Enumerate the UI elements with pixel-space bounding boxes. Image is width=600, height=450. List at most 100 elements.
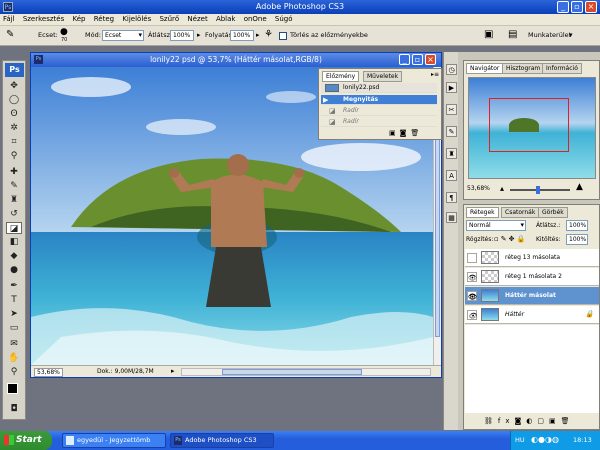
dodge-tool-icon[interactable]: ●	[6, 264, 22, 276]
maximize-button[interactable]: ▫	[571, 1, 583, 13]
opacity-slider-arrow-icon[interactable]: ▸	[197, 31, 201, 39]
eyedropper-tool-icon[interactable]: ⚲	[6, 150, 22, 162]
crop-tool-icon[interactable]: ⌗	[6, 136, 22, 148]
blend-mode-select[interactable]: Normál	[466, 220, 526, 231]
workspace-dropdown-icon[interactable]: ▾	[569, 31, 573, 39]
visibility-toggle[interactable]	[467, 253, 477, 263]
history-item-eraser-1[interactable]: ◪ Radír	[321, 106, 437, 116]
eye-icon[interactable]: 👁	[467, 291, 477, 301]
layer-row[interactable]: réteg 13 másolata	[465, 249, 599, 267]
mode-select[interactable]: Ecset	[102, 30, 144, 41]
gradient-tool-icon[interactable]: ◧	[6, 236, 22, 248]
menu-layer[interactable]: Réteg	[91, 14, 117, 24]
taskbar-item-notepad[interactable]: egyedül - Jegyzettömb	[62, 433, 166, 448]
pen-tool-icon[interactable]: ✒	[6, 280, 22, 292]
workspace-menu[interactable]: Munkaterület	[528, 31, 571, 39]
minimize-button[interactable]: _	[557, 1, 569, 13]
tab-layers[interactable]: Rétegek	[466, 207, 499, 218]
status-menu-arrow-icon[interactable]: ▸	[171, 367, 175, 375]
clone-stamp-tool-icon[interactable]: ♜	[6, 194, 22, 206]
horizontal-scroll-thumb[interactable]	[222, 369, 362, 375]
history-item-open[interactable]: ▶ Megnyitás	[321, 95, 437, 105]
navigator-zoom-readout[interactable]: 53,68%	[467, 185, 490, 192]
actions-panel-icon[interactable]: ▶	[446, 82, 457, 93]
erase-to-history-checkbox[interactable]	[279, 32, 287, 40]
shape-tool-icon[interactable]: ▭	[6, 322, 22, 334]
foreground-color-swatch[interactable]	[7, 383, 18, 394]
menu-file[interactable]: Fájl	[0, 14, 18, 24]
horizontal-scrollbar[interactable]	[181, 368, 431, 376]
layer-opacity-input[interactable]: 100%	[566, 220, 588, 231]
doc-close-button[interactable]: ×	[425, 54, 436, 65]
zoom-in-icon[interactable]: ▲	[576, 182, 583, 192]
menu-onone[interactable]: onOne	[241, 14, 270, 24]
clone-source-icon[interactable]: ♜	[446, 148, 457, 159]
layers-footer-buttons[interactable]: ⛓fx◙◐▢▣🗑	[484, 417, 575, 425]
character-panel-icon[interactable]: A	[446, 170, 457, 181]
workspace-icon[interactable]: ▤	[508, 29, 517, 40]
tab-info[interactable]: Információ	[542, 63, 582, 74]
opacity-input[interactable]: 100%	[170, 30, 194, 41]
flow-slider-arrow-icon[interactable]: ▸	[256, 31, 260, 39]
history-item-eraser-2[interactable]: ◪ Radír	[321, 117, 437, 127]
lock-icons[interactable]: ▫✎✥🔒	[494, 235, 527, 243]
close-button[interactable]: ×	[585, 1, 597, 13]
menu-select[interactable]: Kijelölés	[119, 14, 154, 24]
zoom-readout[interactable]: 53,68%	[34, 368, 63, 377]
history-brush-tool-icon[interactable]: ↺	[6, 208, 22, 220]
doc-minimize-button[interactable]: _	[399, 54, 410, 65]
tools-preset-icon[interactable]: ✂	[446, 104, 457, 115]
path-selection-tool-icon[interactable]: ➤	[6, 308, 22, 320]
menu-image[interactable]: Kép	[69, 14, 88, 24]
hand-tool-icon[interactable]: ✋	[6, 352, 22, 364]
eye-icon[interactable]: 👁	[467, 272, 477, 282]
doc-maximize-button[interactable]: ▫	[412, 54, 423, 65]
tab-history[interactable]: Előzmény	[322, 71, 360, 82]
go-to-bridge-icon[interactable]: ▣	[484, 29, 493, 40]
clock[interactable]: 18:13	[573, 436, 592, 444]
tray-icons[interactable]: ◐●◑◍	[531, 435, 559, 444]
navigator-thumbnail[interactable]	[468, 77, 596, 179]
flow-input[interactable]: 100%	[230, 30, 254, 41]
tab-histogram[interactable]: Hisztogram	[502, 63, 545, 74]
history-snapshot[interactable]: lonily22.psd	[321, 83, 437, 93]
brush-tool-icon[interactable]: ✎	[6, 180, 22, 192]
marquee-tool-icon[interactable]: ◯	[6, 94, 22, 106]
menu-window[interactable]: Ablak	[213, 14, 239, 24]
styles-panel-icon[interactable]: ▦	[446, 212, 457, 223]
quick-mask-icon[interactable]: ◘	[6, 403, 22, 415]
layer-row[interactable]: 👁 réteg 1 másolata 2	[465, 268, 599, 286]
tab-navigator[interactable]: Navigátor	[466, 63, 504, 74]
tab-paths[interactable]: Görbék	[538, 207, 568, 218]
tab-actions[interactable]: Műveletek	[363, 71, 403, 82]
eraser-tool-icon[interactable]: ◪	[6, 222, 22, 234]
type-tool-icon[interactable]: T	[6, 294, 22, 306]
lasso-tool-icon[interactable]: ʘ	[6, 108, 22, 120]
zoom-out-icon[interactable]: ▴	[500, 184, 504, 193]
fill-input[interactable]: 100%	[566, 234, 588, 245]
taskbar-item-photoshop[interactable]: Ps Adobe Photoshop CS3	[170, 433, 274, 448]
airbrush-icon[interactable]: ⚘	[264, 29, 273, 40]
panel-menu-icon[interactable]: ▸≡	[431, 71, 439, 78]
zoom-tool-icon[interactable]: ⚲	[6, 366, 22, 378]
notes-tool-icon[interactable]: ✉	[6, 338, 22, 350]
brushes-panel-icon[interactable]: ✎	[446, 126, 457, 137]
healing-tool-icon[interactable]: ✚	[6, 166, 22, 178]
layer-row[interactable]: 👁 Háttér másolat	[465, 287, 599, 305]
eraser-tool-icon[interactable]: ✎	[6, 29, 14, 40]
move-tool-icon[interactable]: ✥	[6, 80, 22, 92]
eye-icon[interactable]: 👁	[467, 310, 477, 320]
menu-filter[interactable]: Szűrő	[156, 14, 182, 24]
history-footer-buttons[interactable]: ▣◙🗑	[389, 129, 423, 137]
language-indicator[interactable]: HU	[515, 436, 525, 444]
layer-row[interactable]: 👁 Háttér 🔒	[465, 306, 599, 324]
document-title-bar[interactable]: Ps lonily22 psd @ 53,7% (Háttér másolat,…	[31, 53, 441, 67]
menu-edit[interactable]: Szerkesztés	[20, 14, 67, 24]
magic-wand-tool-icon[interactable]: ✲	[6, 122, 22, 134]
history-panel-icon[interactable]: ◷	[446, 64, 457, 75]
menu-help[interactable]: Súgó	[272, 14, 296, 24]
start-button[interactable]: Start	[0, 431, 52, 450]
blur-tool-icon[interactable]: ◆	[6, 250, 22, 262]
tab-channels[interactable]: Csatornák	[501, 207, 540, 218]
brush-preset-icon[interactable]: ●	[60, 27, 68, 37]
